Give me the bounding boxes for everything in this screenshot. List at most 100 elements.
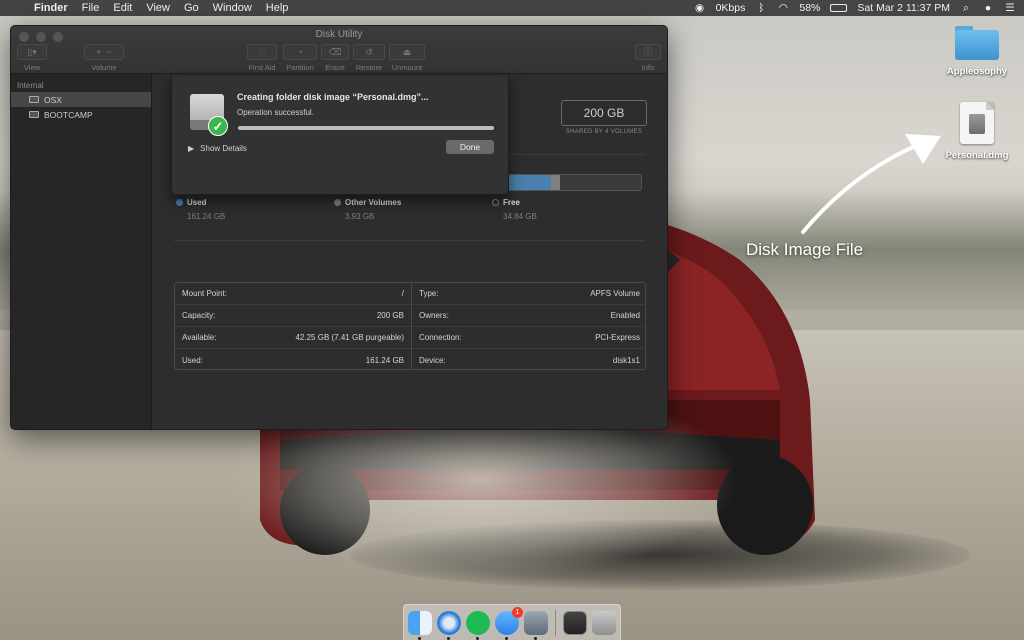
- battery-icon[interactable]: [830, 4, 848, 12]
- used-dot-icon: [176, 199, 183, 206]
- dock: 1: [403, 604, 621, 640]
- legend-other-label: Other Volumes: [345, 198, 402, 207]
- siri-icon[interactable]: ●: [982, 2, 994, 14]
- info-label: Mount Point:: [182, 289, 227, 298]
- legend-other-value: 3.93 GB: [345, 212, 375, 221]
- battery-shell: [830, 4, 848, 12]
- info-column-left: Mount Point: / Capacity: 200 GB Available:…: [175, 283, 411, 369]
- sheet-progress-fill: [238, 126, 494, 130]
- sidebar-section-internal: Internal: [17, 81, 44, 90]
- done-button[interactable]: Done: [446, 140, 494, 154]
- info-row-device: Device: disk1s1: [412, 349, 647, 371]
- sheet-title: Creating folder disk image “Personal.dmg…: [237, 92, 429, 102]
- toolbar-restore-label: Restore: [355, 63, 383, 72]
- spotlight-search-icon[interactable]: ⌕: [960, 2, 972, 15]
- info-label: Available:: [182, 333, 217, 342]
- desktop-folder-appleosophy[interactable]: Appleosophy: [937, 26, 1017, 77]
- toolbar-restore-button[interactable]: ↺ Restore: [353, 44, 385, 72]
- toolbar-unmount-label: Unmount: [391, 63, 423, 72]
- capacity-value: 200 GB: [561, 100, 647, 126]
- stethoscope-icon: ♡: [247, 44, 277, 60]
- sheet-status: Operation successful.: [237, 108, 314, 117]
- sidebar-item-osx[interactable]: OSX: [11, 92, 151, 107]
- free-dot-icon: [492, 199, 499, 206]
- info-value: 200 GB: [376, 311, 404, 320]
- battery-percent: 58%: [799, 2, 821, 14]
- info-row-used: Used: 161.24 GB: [175, 349, 411, 371]
- info-row-mount-point: Mount Point: /: [175, 283, 411, 305]
- info-value: 42.25 GB (7.41 GB purgeable): [295, 333, 404, 342]
- menu-go[interactable]: Go: [184, 2, 199, 14]
- info-row-capacity: Capacity: 200 GB: [175, 305, 411, 327]
- toolbar-info-button[interactable]: ⓘ Info: [635, 44, 661, 72]
- dock-preview-icon[interactable]: [524, 610, 548, 640]
- restore-icon: ↺: [353, 44, 385, 60]
- info-row-type: Type: APFS Volume: [412, 283, 647, 305]
- info-column-right: Type: APFS Volume Owners: Enabled Connecti…: [411, 283, 647, 369]
- toolbar-erase-button[interactable]: ⌫ Erase: [321, 44, 349, 72]
- notification-center-icon[interactable]: ☰: [1004, 2, 1016, 14]
- sidebar-toggle-icon: ▯▾: [17, 44, 47, 60]
- legend-free-value: 34.84 GB: [503, 212, 537, 221]
- info-value: disk1s1: [612, 355, 640, 365]
- legend-used: Used 161.24 GB: [176, 198, 225, 221]
- info-label: Device:: [419, 355, 446, 365]
- window-toolbar: Disk Utility ▯▾ View + − Volume ♡ First …: [11, 26, 667, 74]
- toolbar-info-label: Info: [641, 63, 655, 72]
- messages-badge: 1: [512, 606, 523, 618]
- volume-icon: [29, 111, 39, 118]
- dock-finder-icon[interactable]: [408, 610, 432, 640]
- toolbar-first-aid-button[interactable]: ♡ First Aid: [247, 44, 277, 72]
- menu-file[interactable]: File: [82, 2, 100, 14]
- toolbar-view-label: View: [23, 63, 41, 72]
- dock-safari-icon[interactable]: [437, 610, 461, 640]
- checkmark-icon: ✓: [208, 116, 228, 136]
- toolbar-volume-button[interactable]: + − Volume: [84, 44, 124, 72]
- menu-bar: Finder File Edit View Go Window Help ◉ 0…: [0, 0, 1024, 16]
- info-label: Owners:: [419, 311, 449, 320]
- info-row-available: Available: 42.25 GB (7.41 GB purgeable): [175, 327, 411, 349]
- other-volumes-dot-icon: [334, 199, 341, 206]
- sidebar: Internal OSX BOOTCAMP: [11, 74, 152, 429]
- toolbar-erase-label: Erase: [325, 63, 345, 72]
- partition-icon: ◔: [283, 44, 317, 60]
- annotation-arrow-icon: [801, 134, 941, 234]
- dock-messages-icon[interactable]: 1: [495, 606, 523, 640]
- menu-window[interactable]: Window: [213, 2, 252, 14]
- toolbar-unmount-button[interactable]: ⏏ Unmount: [389, 44, 425, 72]
- erase-icon: ⌫: [321, 44, 349, 60]
- info-value: Enabled: [610, 311, 640, 320]
- dock-divider: [555, 609, 556, 636]
- dock-terminal-icon[interactable]: [563, 610, 587, 635]
- wifi-icon[interactable]: ◠: [777, 2, 789, 14]
- info-value: APFS Volume: [590, 289, 640, 298]
- menu-clock[interactable]: Sat Mar 2 11:37 PM: [857, 2, 950, 14]
- menu-edit[interactable]: Edit: [113, 2, 132, 14]
- info-label: Connection:: [419, 333, 462, 342]
- capacity-subtitle: SHARED BY 4 VOLUMES: [565, 129, 643, 135]
- menu-app-name[interactable]: Finder: [34, 2, 68, 14]
- bluetooth-icon[interactable]: ᛒ: [755, 2, 767, 14]
- dock-trash-icon[interactable]: [592, 610, 616, 635]
- dock-spotify-icon[interactable]: [466, 610, 490, 640]
- show-details-toggle[interactable]: ▶ Show Details: [188, 144, 247, 153]
- toolbar-view-button[interactable]: ▯▾ View: [17, 44, 47, 72]
- menu-help[interactable]: Help: [266, 2, 289, 14]
- desktop-folder-label: Appleosophy: [946, 66, 1008, 77]
- network-monitor-icon[interactable]: ◉: [694, 2, 706, 14]
- volume-info-table: Mount Point: / Capacity: 200 GB Available:…: [174, 282, 647, 370]
- sidebar-item-bootcamp[interactable]: BOOTCAMP: [11, 107, 151, 122]
- menu-view[interactable]: View: [146, 2, 170, 14]
- info-row-connection: Connection: PCI-Express: [412, 327, 647, 349]
- toolbar-partition-label: Partition: [286, 63, 314, 72]
- legend-used-value: 161.24 GB: [187, 212, 226, 221]
- disclosure-triangle-icon: ▶: [188, 144, 195, 153]
- legend-used-label: Used: [187, 198, 207, 207]
- info-value: PCI-Express: [595, 333, 640, 342]
- folder-icon: [955, 26, 999, 60]
- toolbar-partition-button[interactable]: ◔ Partition: [283, 44, 317, 72]
- disk-image-icon: [960, 102, 994, 144]
- show-details-label: Show Details: [200, 144, 247, 153]
- info-icon: ⓘ: [635, 44, 661, 60]
- annotation-label: Disk Image File: [746, 240, 864, 259]
